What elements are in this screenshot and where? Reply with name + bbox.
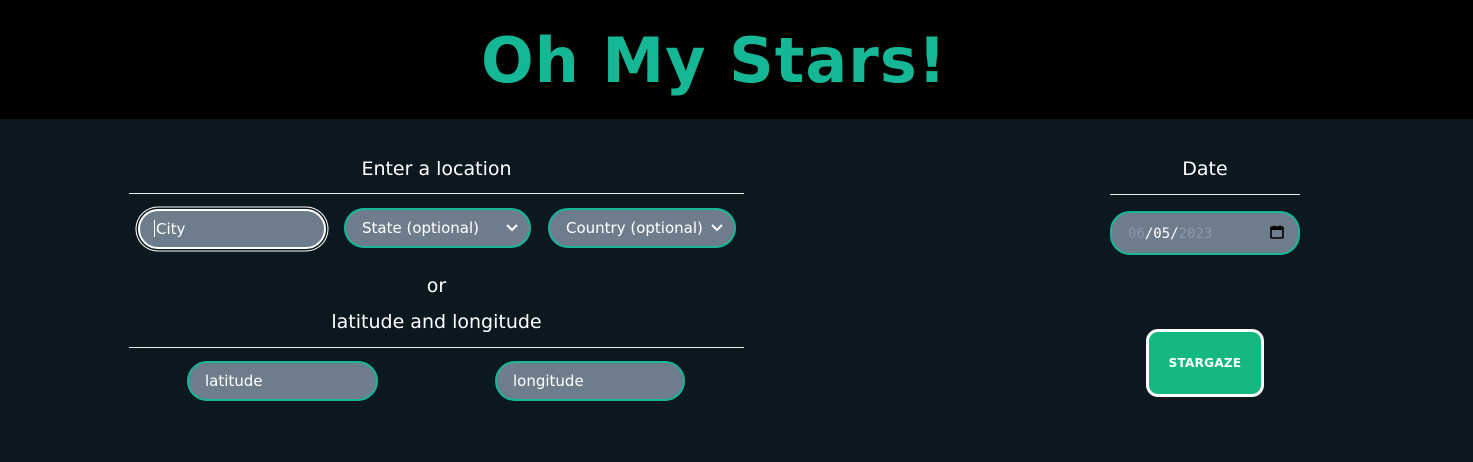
chevron-down-icon xyxy=(506,224,518,232)
state-select-value: State (optional) xyxy=(362,219,479,237)
city-input[interactable]: City xyxy=(138,209,326,249)
or-label: or xyxy=(426,275,447,297)
stargaze-button[interactable]: STARGAZE xyxy=(1146,329,1264,397)
location-heading: Enter a location xyxy=(361,158,512,180)
text-caret xyxy=(154,220,155,237)
longitude-input[interactable]: longitude xyxy=(495,361,685,401)
date-input[interactable]: 06/05/2023 xyxy=(1110,211,1300,255)
date-divider xyxy=(1110,194,1300,195)
date-month: 06 xyxy=(1128,226,1145,242)
location-divider xyxy=(129,193,744,194)
date-heading: Date xyxy=(1182,158,1228,180)
site-title: Oh My Stars! xyxy=(480,24,947,97)
calendar-icon[interactable] xyxy=(1270,225,1284,239)
longitude-placeholder: longitude xyxy=(513,372,584,390)
latitude-placeholder: latitude xyxy=(205,372,263,390)
date-year: 2023 xyxy=(1178,226,1213,242)
country-select[interactable]: Country (optional) xyxy=(548,208,736,248)
chevron-down-icon xyxy=(711,224,723,232)
latlon-heading: latitude and longitude xyxy=(331,311,542,333)
page-header: Oh My Stars! xyxy=(0,0,1473,119)
date-day: 05 xyxy=(1153,226,1171,242)
country-select-value: Country (optional) xyxy=(566,219,703,237)
date-separator: / xyxy=(1144,226,1154,242)
state-select[interactable]: State (optional) xyxy=(344,208,531,248)
city-placeholder: City xyxy=(156,220,186,238)
latitude-input[interactable]: latitude xyxy=(187,361,378,401)
date-separator: / xyxy=(1170,226,1179,242)
latlon-divider xyxy=(129,347,744,348)
